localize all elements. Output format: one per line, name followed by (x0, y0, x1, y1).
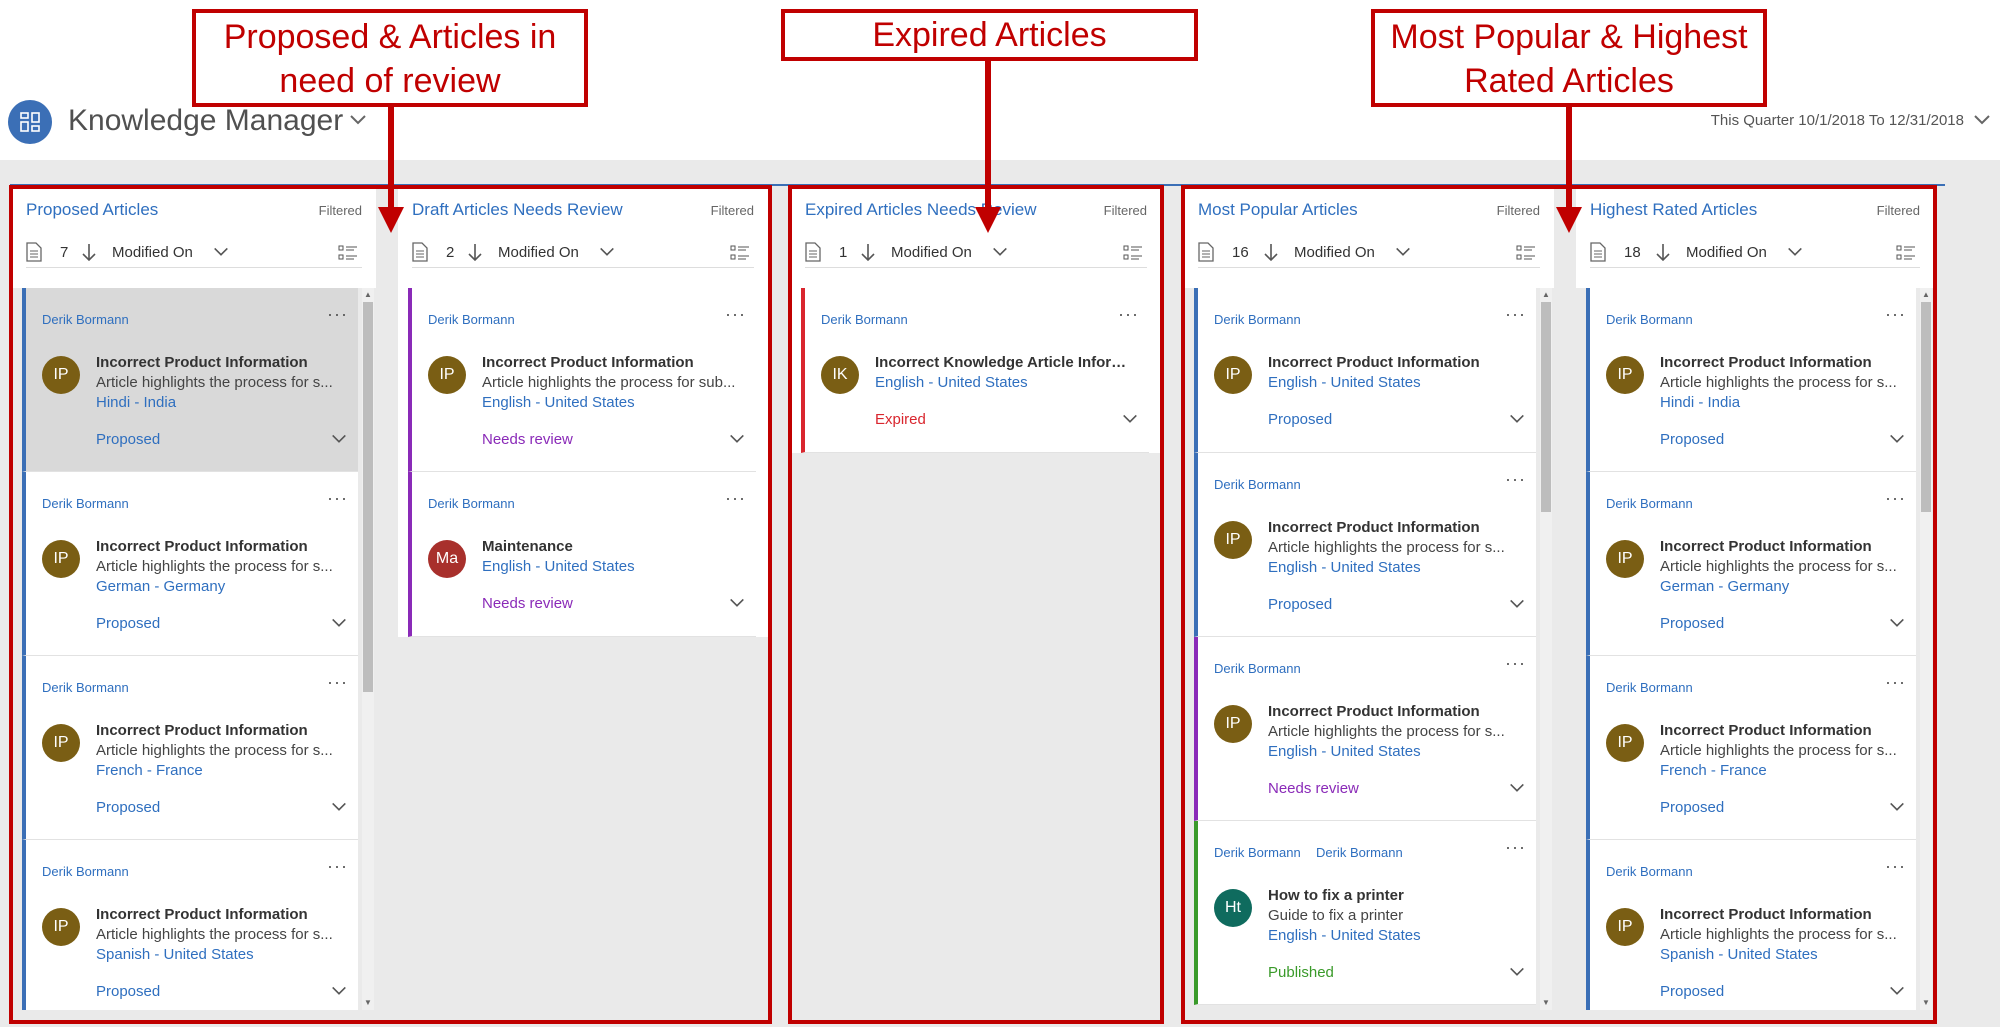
dashboard-icon (20, 112, 40, 132)
annotation-popular-rated: Most Popular & Highest Rated Articles (1371, 9, 1767, 107)
app-title[interactable]: Knowledge Manager (68, 104, 343, 138)
annotation-proposed-review: Proposed & Articles in need of review (192, 9, 588, 107)
annotation-group-expired (788, 185, 1164, 1024)
date-range-filter[interactable]: This Quarter 10/1/2018 To 12/31/2018 (1711, 112, 1964, 129)
chevron-down-icon[interactable] (1972, 110, 1992, 130)
annotation-group-proposed-review (9, 185, 772, 1024)
annotation-expired: Expired Articles (781, 9, 1198, 61)
knowledge-manager-app-icon[interactable] (8, 100, 52, 144)
annotation-group-popular-rated (1181, 185, 1937, 1024)
chevron-down-icon[interactable] (348, 110, 368, 130)
